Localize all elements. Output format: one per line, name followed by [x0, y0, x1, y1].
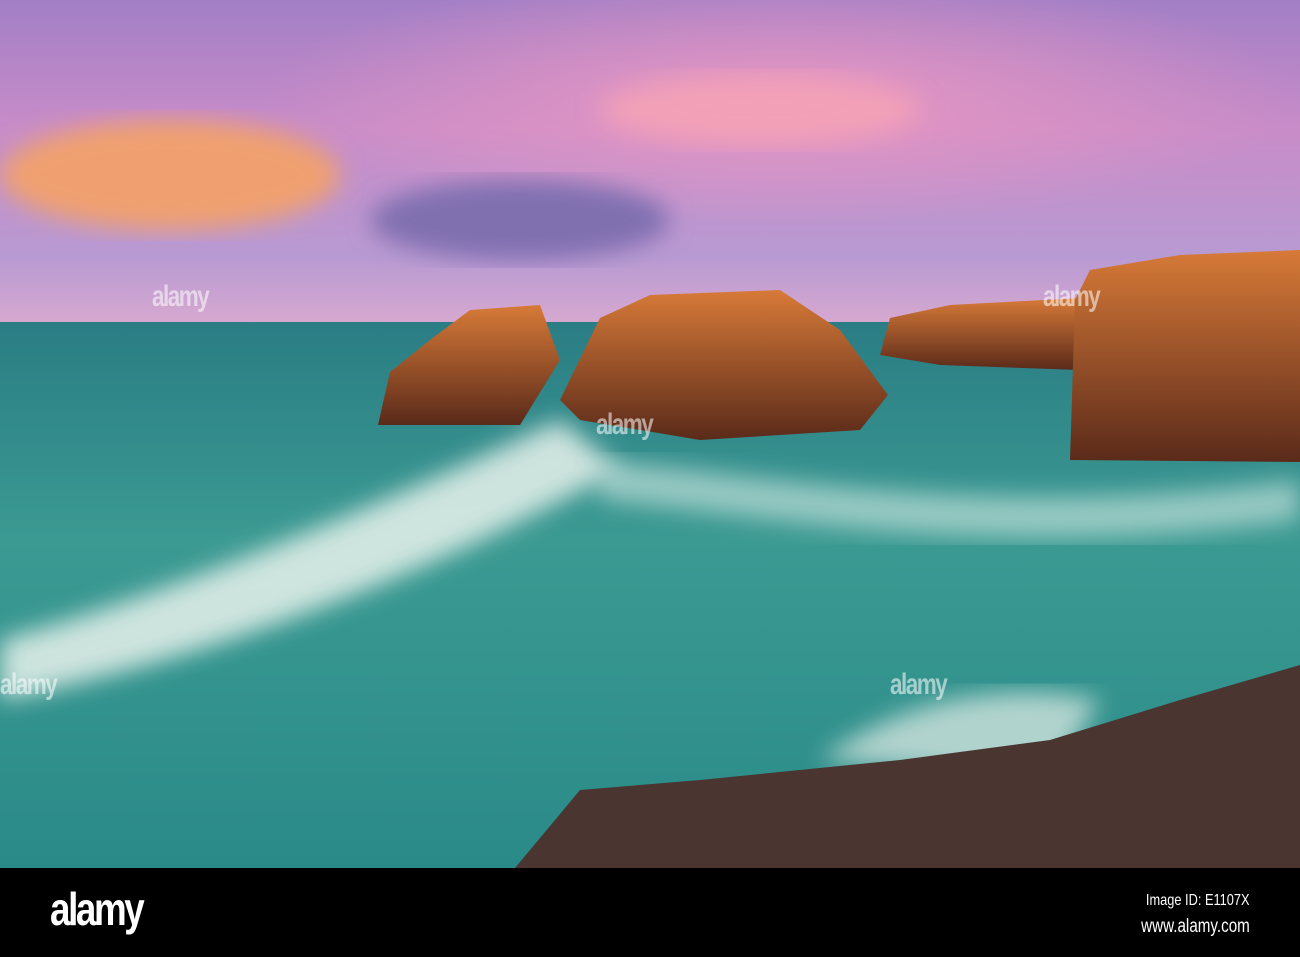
- watermark: alamy: [0, 668, 58, 701]
- alamy-logo: alamy: [50, 883, 145, 935]
- footer-bar: alamy Image ID: E1107X www.alamy.com: [0, 868, 1300, 957]
- watermark: alamy: [890, 668, 948, 701]
- watermark: alamy: [1043, 280, 1101, 313]
- watermark: alamy: [152, 280, 210, 313]
- watermark: alamy: [596, 408, 654, 441]
- image-id: Image ID: E1107X: [1146, 892, 1250, 909]
- website-link[interactable]: www.alamy.com: [1141, 916, 1250, 938]
